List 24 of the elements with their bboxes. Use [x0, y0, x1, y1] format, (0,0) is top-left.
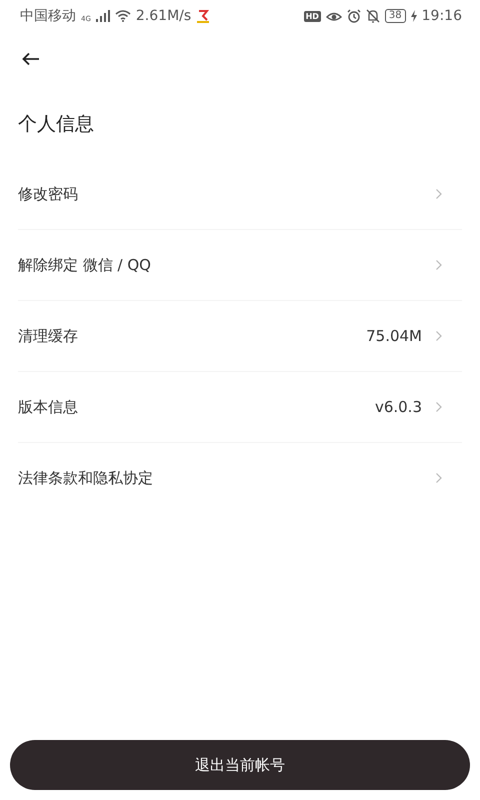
carrier-name: 中国移动: [20, 7, 76, 25]
chevron-right-icon: [436, 402, 442, 412]
chevron-right-icon: [436, 331, 442, 341]
charging-icon: [410, 10, 417, 22]
signal-icon: [96, 10, 110, 22]
chevron-right-icon: [436, 260, 442, 270]
hd-badge: HD: [304, 10, 321, 22]
logout-button[interactable]: 退出当前帐号: [10, 740, 470, 790]
app-notification-icon: [196, 9, 210, 23]
back-arrow-icon[interactable]: [22, 52, 40, 66]
battery-indicator: 38: [384, 9, 406, 23]
settings-item[interactable]: 修改密码: [18, 159, 462, 230]
settings-item[interactable]: 解除绑定 微信 / QQ: [18, 230, 462, 301]
network-speed: 2.61M/s: [136, 8, 192, 24]
settings-item[interactable]: 法律条款和隐私协定: [18, 443, 462, 513]
settings-item[interactable]: 版本信息 v6.0.3: [18, 372, 462, 443]
bell-off-icon: [366, 9, 380, 23]
page-title: 个人信息: [17, 112, 95, 137]
chevron-right-icon: [436, 473, 442, 483]
chevron-right-icon: [436, 189, 442, 199]
wifi-icon: [114, 10, 131, 22]
settings-item[interactable]: 清理缓存 75.04M: [18, 301, 462, 372]
clock-time: 19:16: [422, 8, 462, 24]
alarm-icon: [346, 9, 361, 23]
